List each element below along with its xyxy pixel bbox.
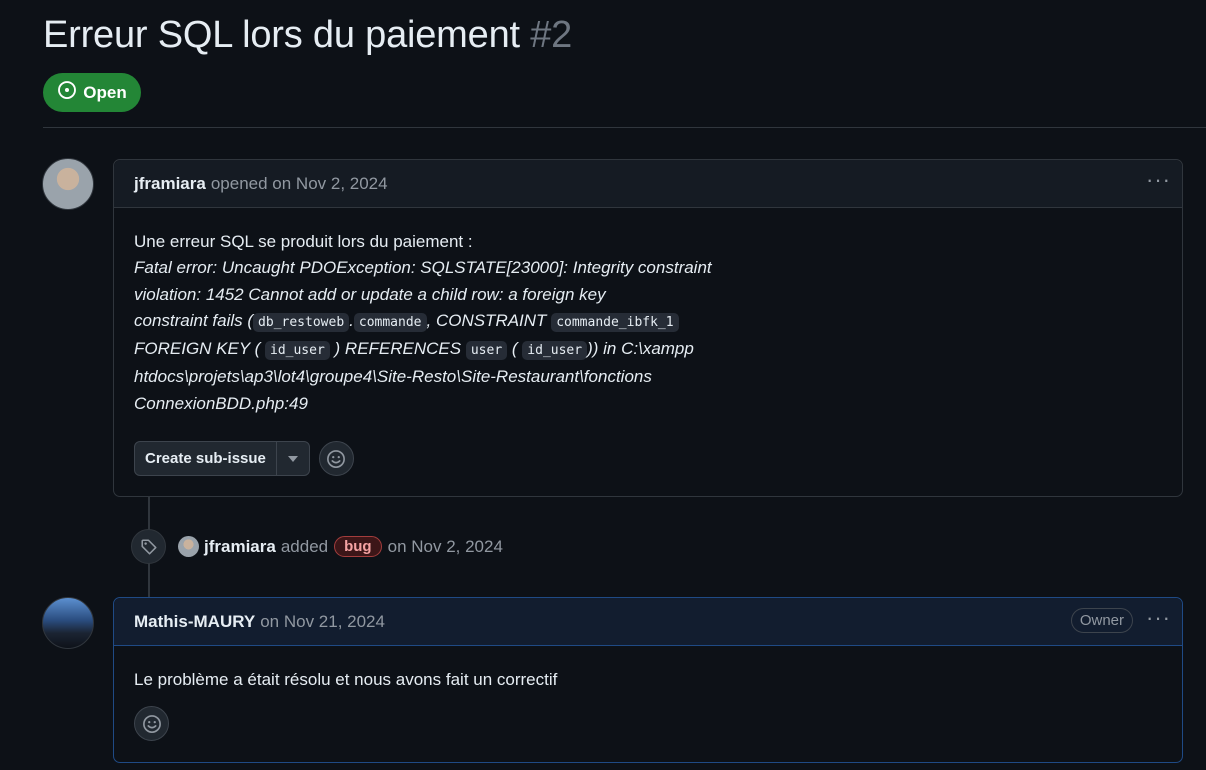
comment-header: Mathis-MAURY on Nov 21, 2024 — [114, 598, 1182, 646]
avatar[interactable] — [178, 536, 199, 557]
comment-timestamp: on Nov 21, 2024 — [260, 611, 385, 631]
create-subissue-button[interactable]: Create sub-issue — [135, 442, 277, 475]
issue-state-label: Open — [83, 82, 127, 102]
code-db: db_restoweb — [253, 312, 350, 332]
code-table: commande — [353, 312, 427, 332]
code-constraint: commande_ibfk_1 — [551, 312, 679, 332]
comment-author[interactable]: jframiara — [134, 174, 206, 194]
comment-author[interactable]: Mathis-MAURY — [134, 612, 255, 632]
comment-header: jframiara opened on Nov 2, 2024 — [114, 160, 1182, 208]
event-author[interactable]: jframiara — [204, 537, 276, 557]
kebab-horizontal-icon[interactable]: ··· — [1146, 607, 1170, 634]
issue-number: #2 — [530, 14, 573, 56]
tag-icon — [131, 529, 166, 564]
comment-body: Une erreur SQL se produit lors du paieme… — [114, 208, 1182, 438]
issue-title-text: Erreur SQL lors du paiement — [43, 14, 520, 56]
code-fk: id_user — [265, 341, 330, 361]
bug-label[interactable]: bug — [334, 536, 382, 557]
code-ref-table: user — [465, 341, 508, 361]
issue-title: Erreur SQL lors du paiement #2 — [43, 14, 572, 57]
subissue-actions: Create sub-issue — [134, 441, 354, 476]
comment-text: Le problème a était résolu et nous avons… — [134, 670, 558, 689]
smiley-icon[interactable] — [318, 441, 354, 476]
event-verb: added — [280, 536, 329, 556]
event-date: on Nov 2, 2024 — [387, 536, 503, 556]
owner-badge: Owner — [1070, 608, 1133, 633]
issue-description-comment: jframiara opened on Nov 2, 2024 ··· Une … — [113, 159, 1183, 497]
issue-opened-icon — [57, 80, 77, 105]
code-ref-col: id_user — [522, 341, 588, 361]
comment-timestamp: opened on Nov 2, 2024 — [210, 173, 388, 193]
issue-state-badge: Open — [43, 73, 141, 112]
label-added-event: jframiara added bug on Nov 2, 2024 — [131, 529, 503, 564]
issue-title-wrap: Erreur SQL lors du paiement #2 — [43, 14, 572, 57]
comment-intro: Une erreur SQL se produit lors du paieme… — [134, 232, 473, 251]
create-subissue-button-group: Create sub-issue — [134, 441, 310, 476]
header-divider — [43, 127, 1206, 128]
triangle-down-icon[interactable] — [277, 442, 309, 475]
avatar-mathis-maury[interactable] — [42, 597, 94, 649]
comment-body: Le problème a était résolu et nous avons… — [114, 646, 1182, 714]
kebab-horizontal-icon[interactable]: ··· — [1146, 169, 1170, 196]
avatar-jframiara[interactable] — [42, 158, 94, 210]
smiley-icon[interactable] — [134, 706, 169, 741]
error-message: Fatal error: Uncaught PDOException: SQLS… — [134, 258, 712, 413]
owner-comment: Mathis-MAURY on Nov 21, 2024 Owner ··· L… — [113, 597, 1183, 763]
